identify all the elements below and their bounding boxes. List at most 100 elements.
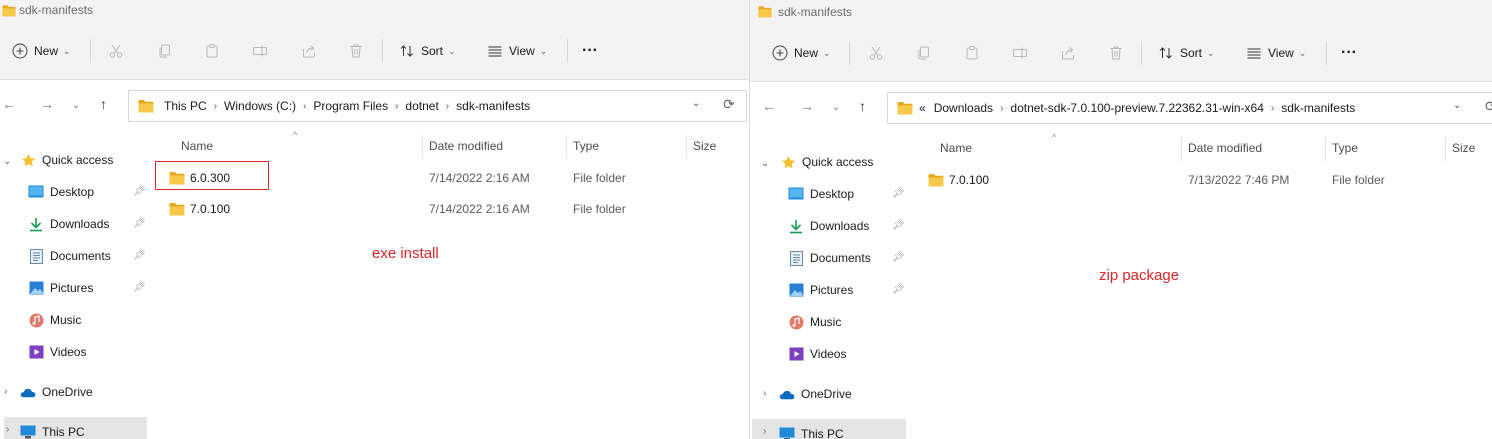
column-divider[interactable] (686, 135, 687, 159)
column-header-name[interactable]: Name (940, 141, 972, 155)
view-button[interactable]: View ⌄ (1246, 39, 1306, 67)
nav-this-pc[interactable]: This PC (20, 420, 85, 439)
file-date: 7/14/2022 2:16 AM (429, 202, 530, 216)
column-divider[interactable] (1325, 137, 1326, 161)
forward-button[interactable]: → (40, 96, 54, 112)
chevron-down-icon[interactable]: ⌄ (761, 158, 769, 169)
nav-item-pictures[interactable]: Pictures (788, 278, 853, 302)
delete-button[interactable] (1108, 39, 1124, 67)
chevron-right-icon[interactable]: › (763, 388, 766, 399)
pin-icon[interactable]: 📌︎ (133, 186, 146, 197)
nav-quick-access[interactable]: Quick access (20, 148, 113, 172)
breadcrumb-item[interactable]: This PC (164, 99, 207, 113)
nav-onedrive[interactable]: OneDrive (779, 382, 852, 406)
column-divider[interactable] (566, 135, 567, 159)
view-button[interactable]: View ⌄ (487, 37, 547, 65)
nav-item-music[interactable]: Music (28, 308, 81, 332)
sort-label: Sort (421, 44, 444, 58)
cut-button[interactable] (868, 39, 884, 67)
pin-icon[interactable]: 📌︎ (133, 282, 146, 293)
sort-button[interactable]: Sort ⌄ (1158, 39, 1215, 67)
breadcrumb-item[interactable]: Program Files (313, 99, 388, 113)
chevron-right-icon[interactable]: › (4, 386, 7, 397)
pictures-icon (28, 280, 44, 296)
pin-icon[interactable]: 📌︎ (892, 188, 905, 199)
nav-item-music[interactable]: Music (788, 310, 841, 334)
rename-button[interactable] (252, 37, 268, 65)
rename-button[interactable] (1012, 39, 1028, 67)
file-date: 7/13/2022 7:46 PM (1188, 173, 1290, 187)
chevron-down-icon[interactable]: ⌄ (3, 156, 11, 167)
back-button[interactable]: ← (762, 98, 776, 114)
column-header-type[interactable]: Type (1332, 141, 1358, 155)
sort-button[interactable]: Sort ⌄ (399, 37, 456, 65)
nav-item-downloads[interactable]: Downloads (788, 214, 869, 238)
column-divider[interactable] (1181, 137, 1182, 161)
breadcrumb-item[interactable]: dotnet (405, 99, 438, 113)
nav-quick-access[interactable]: Quick access (780, 150, 873, 174)
column-header-date[interactable]: Date modified (1188, 141, 1262, 155)
column-header-name[interactable]: Name (181, 139, 213, 153)
copy-button[interactable] (157, 37, 173, 65)
pin-icon[interactable]: 📌︎ (892, 284, 905, 295)
delete-button[interactable] (348, 37, 364, 65)
column-divider[interactable] (1445, 137, 1446, 161)
more-options-button[interactable]: ··· (1341, 39, 1357, 67)
column-header-type[interactable]: Type (573, 139, 599, 153)
refresh-icon[interactable]: ⟳ (723, 96, 735, 113)
nav-onedrive[interactable]: OneDrive (20, 380, 93, 404)
column-header-date[interactable]: Date modified (429, 139, 503, 153)
new-button[interactable]: New ⌄ (772, 39, 831, 67)
copy-icon (159, 44, 170, 58)
breadcrumb-item[interactable]: sdk-manifests (1281, 101, 1355, 115)
copy-button[interactable] (916, 39, 932, 67)
cut-button[interactable] (108, 37, 124, 65)
table-row[interactable]: 7.0.100 7/14/2022 2:16 AM File folder (150, 198, 749, 222)
share-button[interactable] (301, 37, 317, 65)
file-list: ^ Name Date modified Type Size 7.0.100 7… (909, 132, 1492, 439)
paste-button[interactable] (204, 37, 220, 65)
nav-item-downloads[interactable]: Downloads (28, 212, 109, 236)
nav-label: Music (810, 315, 842, 329)
column-header-size[interactable]: Size (693, 139, 716, 153)
nav-item-pictures[interactable]: Pictures (28, 276, 93, 300)
refresh-icon[interactable]: ⟳ (1485, 98, 1492, 115)
new-button[interactable]: New ⌄ (12, 37, 71, 65)
forward-button[interactable]: → (800, 98, 814, 114)
address-bar[interactable]: « Downloads › dotnet-sdk-7.0.100-preview… (887, 92, 1492, 124)
pin-icon[interactable]: 📌︎ (892, 252, 905, 263)
file-date: 7/14/2022 2:16 AM (429, 171, 530, 185)
back-button[interactable]: ← (2, 96, 16, 112)
nav-item-documents[interactable]: Documents (28, 244, 111, 268)
chevron-right-icon[interactable]: › (763, 426, 766, 437)
breadcrumb-item[interactable]: Downloads (934, 101, 993, 115)
chevron-down-icon[interactable]: ⌄ (1453, 100, 1461, 111)
nav-item-videos[interactable]: Videos (28, 340, 86, 364)
paste-button[interactable] (964, 39, 980, 67)
nav-item-desktop[interactable]: Desktop (788, 182, 854, 206)
up-button[interactable]: ↑ (859, 98, 866, 114)
chevron-right-icon[interactable]: › (6, 424, 9, 435)
folder-icon (897, 101, 913, 115)
pin-icon[interactable]: 📌︎ (133, 250, 146, 261)
breadcrumb-item[interactable]: dotnet-sdk-7.0.100-preview.7.22362.31-wi… (1010, 101, 1264, 115)
up-button[interactable]: ↑ (100, 96, 107, 112)
address-bar[interactable]: This PC › Windows (C:) › Program Files ›… (128, 90, 747, 122)
breadcrumb-overflow[interactable]: « (919, 101, 926, 115)
column-divider[interactable] (422, 135, 423, 159)
recent-locations-button[interactable]: ⌄ (832, 102, 840, 113)
nav-item-documents[interactable]: Documents (788, 246, 871, 270)
recent-locations-button[interactable]: ⌄ (72, 100, 80, 111)
nav-this-pc[interactable]: This PC (779, 422, 844, 439)
nav-item-videos[interactable]: Videos (788, 342, 846, 366)
share-button[interactable] (1060, 39, 1076, 67)
nav-item-desktop[interactable]: Desktop (28, 180, 94, 204)
chevron-down-icon[interactable]: ⌄ (692, 98, 700, 109)
column-header-size[interactable]: Size (1452, 141, 1475, 155)
more-options-button[interactable]: ··· (582, 37, 598, 65)
breadcrumb-item[interactable]: Windows (C:) (224, 99, 296, 113)
table-row[interactable]: 7.0.100 7/13/2022 7:46 PM File folder (909, 169, 1492, 193)
pin-icon[interactable]: 📌︎ (892, 220, 905, 231)
breadcrumb-item[interactable]: sdk-manifests (456, 99, 530, 113)
pin-icon[interactable]: 📌︎ (133, 218, 146, 229)
